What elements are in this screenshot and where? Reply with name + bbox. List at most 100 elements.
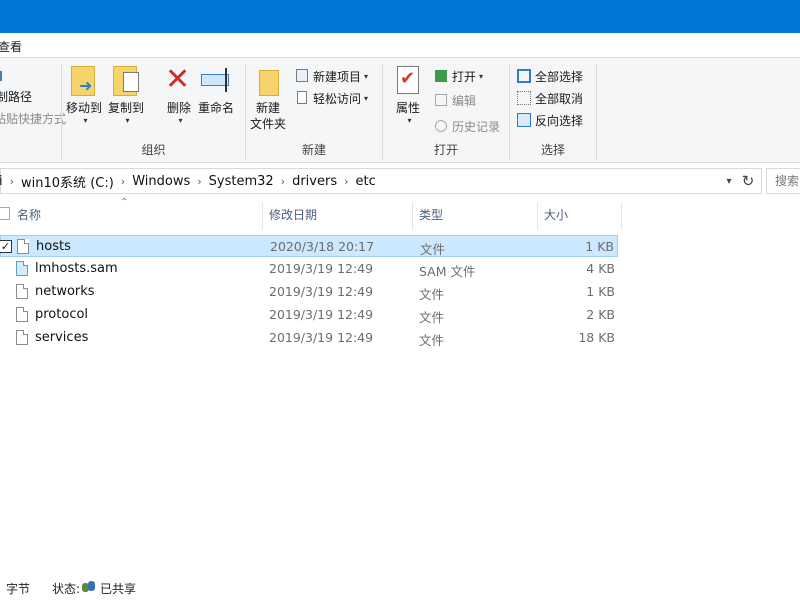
sort-up-icon: ⌃ xyxy=(120,197,129,208)
file-name: networks xyxy=(35,284,95,299)
column-header-date[interactable]: 修改日期 xyxy=(269,200,317,230)
table-row[interactable]: protocol 2019/3/19 12:49 文件 2 KB xyxy=(0,304,618,326)
column-header-name[interactable]: 名称 xyxy=(17,200,41,230)
rename-icon xyxy=(199,64,233,98)
properties-icon: ✔ xyxy=(391,64,425,98)
file-type: 文件 xyxy=(420,242,446,257)
group-label-open: 打开 xyxy=(433,143,458,157)
file-type: 文件 xyxy=(419,287,445,302)
group-label-new: 新建 xyxy=(301,143,326,157)
history-button[interactable]: 历史记录 xyxy=(433,116,500,136)
invert-selection-icon xyxy=(516,112,532,128)
edit-button[interactable]: 编辑 xyxy=(433,90,476,110)
refresh-icon[interactable]: ↻ xyxy=(737,172,759,192)
select-none-button[interactable]: 全部取消 xyxy=(516,88,583,108)
folder-icon xyxy=(251,64,285,98)
file-name: lmhosts.sam xyxy=(35,261,118,276)
file-size: 1 KB xyxy=(585,239,614,254)
breadcrumb-drive[interactable]: win10系统 (C:) xyxy=(21,172,114,191)
search-input[interactable]: 搜索 xyxy=(766,168,800,194)
file-date: 2019/3/19 12:49 xyxy=(269,307,374,322)
ribbon-group-select: 全部选择 全部取消 反向选择 选择 xyxy=(510,58,596,162)
delete-icon: ✕ xyxy=(165,62,191,97)
column-header-type[interactable]: 类型 xyxy=(419,200,443,230)
pin-partial-icon[interactable] xyxy=(0,66,2,86)
file-date: 2019/3/19 12:49 xyxy=(269,330,374,345)
title-bar[interactable] xyxy=(0,0,800,33)
address-bar[interactable]: i › win10系统 (C:) › Windows › System32 › … xyxy=(0,168,762,194)
address-dropdown-icon[interactable]: ▾ xyxy=(722,172,736,192)
divider xyxy=(596,64,597,160)
new-item-button[interactable]: 新建项目 ▾ xyxy=(294,66,368,86)
column-header-size[interactable]: 大小 xyxy=(544,200,568,230)
file-size: 1 KB xyxy=(586,284,615,299)
chevron-right-icon[interactable]: › xyxy=(344,175,348,188)
breadcrumb-etc[interactable]: etc xyxy=(356,174,376,189)
file-date: 2019/3/19 12:49 xyxy=(269,284,374,299)
tab-view[interactable]: 查看 xyxy=(0,38,22,55)
breadcrumb-system32[interactable]: System32 xyxy=(209,174,274,189)
chevron-down-icon: ▾ xyxy=(125,116,130,125)
chevron-right-icon[interactable]: › xyxy=(281,175,285,188)
new-folder-button[interactable]: 新建 文件夹 xyxy=(250,64,286,132)
table-row[interactable]: ✓ hosts 2020/3/18 20:17 文件 1 KB xyxy=(0,235,618,257)
sam-file-icon xyxy=(16,261,28,276)
select-none-icon xyxy=(516,90,532,106)
status-label: 状态: xyxy=(52,582,81,596)
shared-users-icon xyxy=(82,581,96,593)
edit-icon xyxy=(433,92,449,108)
ribbon-group-new: 新建 文件夹 新建项目 ▾ 轻松访问 ▾ 新建 xyxy=(246,58,382,162)
status-bar: 字节 状态: 已共享 xyxy=(0,578,800,598)
status-shared: 已共享 xyxy=(100,582,137,596)
ribbon-group-clipboard: 制路径 粘贴快捷方式 xyxy=(0,58,66,162)
delete-button[interactable]: ✕ 删除 ▾ xyxy=(162,62,196,126)
file-date: 2020/3/18 20:17 xyxy=(270,239,375,254)
row-checkbox[interactable]: ✓ xyxy=(0,240,12,253)
file-icon xyxy=(17,239,29,254)
select-all-icon xyxy=(516,68,532,84)
breadcrumb-drivers[interactable]: drivers xyxy=(292,174,337,189)
chevron-down-icon: ▾ xyxy=(364,93,369,103)
paste-shortcut-button[interactable]: 粘贴快捷方式 xyxy=(0,108,66,128)
chevron-right-icon[interactable]: › xyxy=(10,175,14,188)
easy-access-icon xyxy=(294,90,310,106)
file-icon xyxy=(16,330,28,345)
file-icon xyxy=(16,284,28,299)
select-all-button[interactable]: 全部选择 xyxy=(516,66,583,86)
breadcrumb-windows[interactable]: Windows xyxy=(132,174,190,189)
file-icon xyxy=(16,307,28,322)
copy-to-button[interactable]: 复制到 ▾ xyxy=(108,64,144,125)
copy-path-button[interactable]: 制路径 xyxy=(0,86,32,106)
chevron-right-icon[interactable]: › xyxy=(121,175,125,188)
open-icon xyxy=(433,68,449,84)
rename-button[interactable]: 重命名 xyxy=(198,64,234,116)
open-button[interactable]: 打开 ▾ xyxy=(433,66,483,86)
column-divider[interactable] xyxy=(262,202,263,230)
table-row[interactable]: lmhosts.sam 2019/3/19 12:49 SAM 文件 4 KB xyxy=(0,258,618,280)
ribbon-group-open: ✔ 属性 ▾ 打开 ▾ 编辑 历史记录 打开 xyxy=(383,58,509,162)
file-size: 2 KB xyxy=(586,307,615,322)
column-divider[interactable] xyxy=(537,202,538,230)
group-label-select: 选择 xyxy=(540,143,565,157)
column-divider[interactable] xyxy=(621,202,622,230)
ribbon: 制路径 粘贴快捷方式 ➜ 移动到 ▾ 复制到 ▾ ✕ 删除 ▾ 重命名 组织 新… xyxy=(0,57,800,163)
table-row[interactable]: networks 2019/3/19 12:49 文件 1 KB xyxy=(0,281,618,303)
file-type: 文件 xyxy=(419,333,445,348)
file-name: hosts xyxy=(36,239,71,254)
chevron-down-icon: ▾ xyxy=(178,116,183,125)
file-name: services xyxy=(35,330,89,345)
chevron-right-icon[interactable]: › xyxy=(197,175,201,188)
chevron-down-icon: ▾ xyxy=(479,71,484,81)
move-to-button[interactable]: ➜ 移动到 ▾ xyxy=(66,64,102,125)
invert-selection-button[interactable]: 反向选择 xyxy=(516,110,583,130)
easy-access-button[interactable]: 轻松访问 ▾ xyxy=(294,88,368,108)
file-type: 文件 xyxy=(419,310,445,325)
table-row[interactable]: services 2019/3/19 12:49 文件 18 KB xyxy=(0,327,618,349)
ribbon-group-organize: ➜ 移动到 ▾ 复制到 ▾ ✕ 删除 ▾ 重命名 组织 xyxy=(62,58,245,162)
breadcrumb-partial[interactable]: i xyxy=(0,174,3,189)
column-divider[interactable] xyxy=(412,202,413,230)
new-item-icon xyxy=(294,68,310,84)
select-all-checkbox[interactable] xyxy=(0,207,10,220)
properties-button[interactable]: ✔ 属性 ▾ xyxy=(391,64,425,125)
chevron-down-icon: ▾ xyxy=(364,71,369,81)
